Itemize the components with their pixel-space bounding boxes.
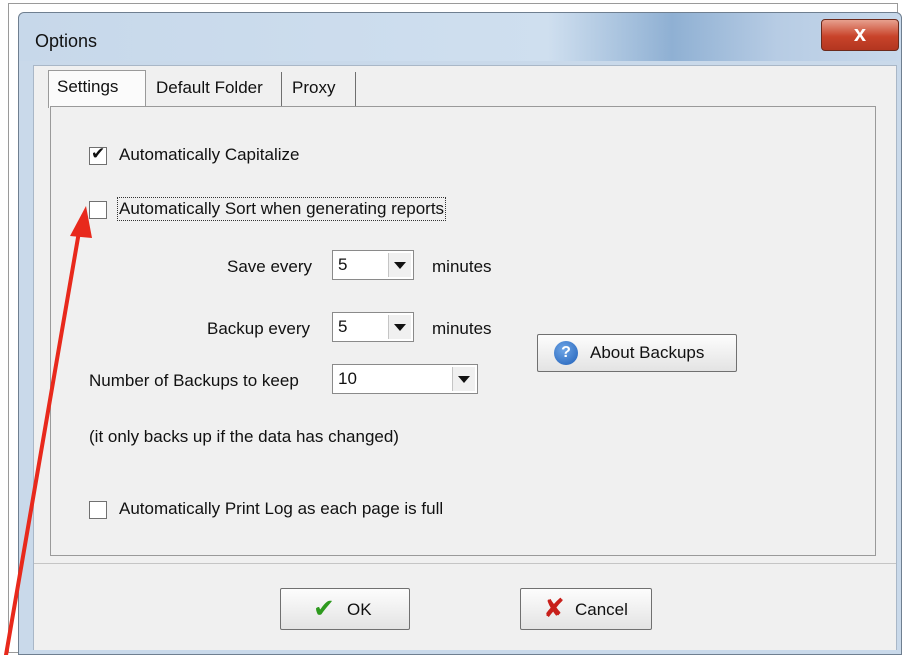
tab-settings[interactable]: Settings (48, 70, 146, 108)
options-dialog: Options x Settings Default Folder Proxy … (18, 12, 902, 655)
tab-proxy-label: Proxy (292, 78, 336, 97)
backup-note: (it only backs up if the data has change… (89, 427, 399, 446)
save-every-value: 5 (338, 255, 348, 274)
ok-label: OK (347, 600, 372, 619)
backup-every-select[interactable]: 5 (332, 312, 414, 342)
info-icon: ? (554, 341, 578, 365)
backups-to-keep-select[interactable]: 10 (332, 364, 478, 394)
about-backups-button[interactable]: ? About Backups (537, 334, 737, 372)
about-backups-label: About Backups (590, 343, 705, 362)
button-bar: ✔ OK ✘ Cancel (34, 563, 896, 650)
auto-print-log-checkbox[interactable] (89, 501, 107, 519)
tab-default-folder-label: Default Folder (156, 78, 263, 97)
backup-every-unit: minutes (432, 319, 492, 338)
x-mark-icon: ✘ (543, 594, 565, 624)
dialog-body: Settings Default Folder Proxy Automatica… (33, 65, 897, 650)
chevron-down-icon[interactable] (388, 315, 411, 339)
tab-default-folder[interactable]: Default Folder (148, 72, 282, 106)
cancel-label: Cancel (575, 600, 628, 619)
chevron-down-icon[interactable] (388, 253, 411, 277)
save-every-label: Save every (227, 257, 313, 276)
save-every-select[interactable]: 5 (332, 250, 414, 280)
title-bar[interactable]: Options x (19, 13, 901, 61)
checkmark-icon: ✔ (313, 594, 335, 624)
dialog-title: Options (35, 31, 98, 51)
close-button[interactable]: x (821, 19, 899, 51)
auto-capitalize-label[interactable]: Automatically Capitalize (119, 145, 299, 165)
auto-print-log-label[interactable]: Automatically Print Log as each page is … (119, 499, 443, 519)
tab-settings-label: Settings (57, 77, 119, 96)
backups-to-keep-value: 10 (338, 369, 357, 388)
close-icon: x (853, 21, 867, 46)
auto-capitalize-checkbox[interactable] (89, 144, 107, 165)
settings-panel: Automatically Capitalize Automatically S… (50, 106, 876, 556)
backups-to-keep-label: Number of Backups to keep (89, 371, 299, 390)
save-every-unit: minutes (432, 257, 492, 276)
auto-sort-label[interactable]: Automatically Sort when generating repor… (116, 197, 447, 221)
chevron-down-icon[interactable] (452, 367, 475, 391)
backup-every-label: Backup every (207, 319, 310, 338)
auto-sort-checkbox[interactable] (89, 201, 107, 219)
cancel-button[interactable]: ✘ Cancel (520, 588, 652, 630)
tab-proxy[interactable]: Proxy (284, 72, 356, 106)
ok-button[interactable]: ✔ OK (280, 588, 410, 630)
backup-every-value: 5 (338, 317, 348, 336)
